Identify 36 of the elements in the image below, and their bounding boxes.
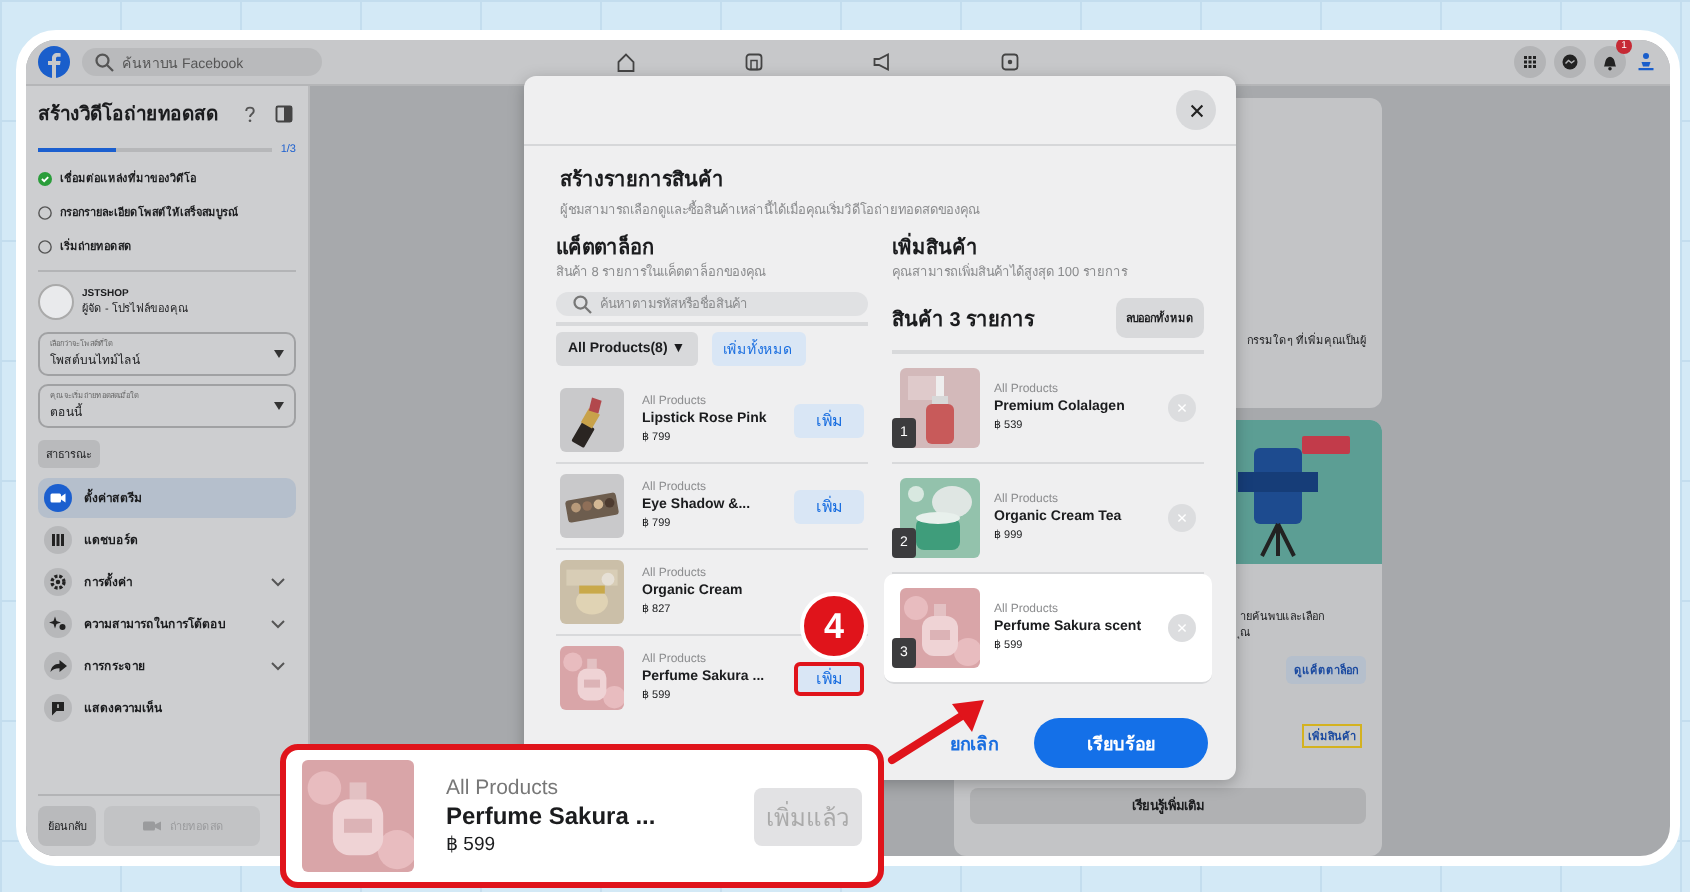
close-icon: [1187, 101, 1205, 119]
search-icon: [92, 50, 116, 74]
caret-icon: [274, 402, 284, 410]
page-avatar: [38, 284, 74, 320]
cancel-button[interactable]: ยกเลิก: [938, 727, 1010, 759]
avatar-icon: [1634, 50, 1658, 74]
sparkle-icon: [46, 612, 70, 636]
product-name: Perfume Sakura ...: [446, 801, 658, 833]
panel-icon: [272, 101, 296, 125]
store-icon: [742, 50, 766, 74]
close-icon: [1176, 622, 1188, 634]
comment-icon: [46, 696, 70, 720]
product-price: ฿ 599: [446, 834, 498, 857]
close-button[interactable]: [1176, 90, 1216, 130]
gear-icon: [46, 570, 70, 594]
messenger-button[interactable]: [1554, 46, 1586, 78]
added-heading: เพิ่มสินค้า: [892, 232, 1204, 262]
added-count: สินค้า 3 รายการ: [892, 306, 1035, 333]
add-button[interactable]: เพิ่ม: [794, 403, 864, 437]
home-icon: [614, 50, 638, 74]
catalog-heading: แค็ตตาล็อก: [556, 232, 656, 262]
megaphone-icon: [870, 50, 894, 74]
bars-icon: [46, 528, 70, 552]
dialog-title: สร้างรายการสินค้า: [560, 166, 726, 194]
chat-icon: [1558, 50, 1582, 74]
logo-icon: [38, 46, 70, 78]
add-button[interactable]: เพิ่ม: [794, 661, 864, 695]
grid-icon: [1518, 50, 1542, 74]
panel-title: สร้างวิดีโอถ่ายทอดสด: [38, 100, 218, 128]
menu-button[interactable]: [1514, 46, 1546, 78]
search-icon: [570, 292, 594, 316]
caret-icon: [274, 350, 284, 358]
add-button[interactable]: เพิ่ม: [794, 489, 864, 523]
product-category: All Products: [446, 775, 561, 800]
close-icon: [1176, 402, 1188, 414]
done-button[interactable]: เรียบร้อย: [1034, 718, 1208, 768]
